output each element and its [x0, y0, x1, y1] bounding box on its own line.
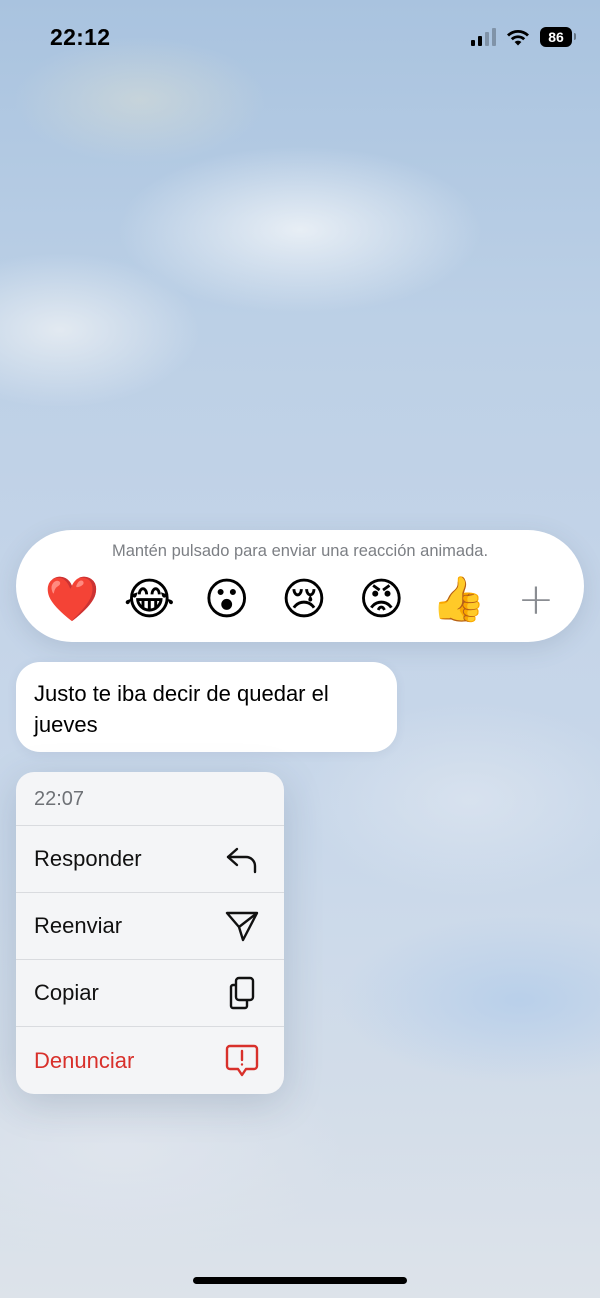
reaction-picker: Mantén pulsado para enviar una reacción … [16, 530, 584, 642]
message-bubble: Justo te iba decir de quedar el jueves [16, 662, 397, 752]
message-timestamp: 22:07 [16, 772, 284, 826]
cellular-signal-icon [471, 28, 496, 46]
battery-icon: 86 [540, 27, 576, 47]
report-icon [224, 1043, 260, 1079]
laughing-reaction-icon[interactable]: 😂 [121, 572, 177, 628]
reply-label: Responder [34, 846, 142, 871]
status-bar: 22:12 86 [0, 0, 600, 76]
forward-icon [224, 908, 260, 944]
battery-level: 86 [548, 29, 564, 45]
status-time: 22:12 [50, 24, 111, 50]
copy-label: Copiar [34, 980, 99, 1005]
report-label: Denunciar [34, 1047, 135, 1073]
copy-icon [224, 975, 260, 1011]
more-reactions-plus-icon[interactable]: + [508, 572, 564, 628]
message-context-menu: 22:07 Responder Reenviar Copiar Denuncia… [16, 772, 284, 1094]
home-indicator[interactable] [193, 1277, 407, 1284]
angry-reaction-icon[interactable]: 😡 [353, 572, 409, 628]
thumbs-up-reaction-icon[interactable]: 👍 [431, 572, 487, 628]
forward-label: Reenviar [34, 913, 123, 938]
reply-icon [224, 841, 260, 877]
report-menu-item[interactable]: Denunciar [16, 1027, 284, 1094]
status-icons: 86 [471, 27, 576, 47]
reaction-hint: Mantén pulsado para enviar una reacción … [111, 542, 489, 560]
forward-menu-item[interactable]: Reenviar [16, 893, 284, 960]
heart-reaction-icon[interactable]: ❤️ [44, 572, 100, 628]
emoji-row: ❤️ 😂 😮 😢 😡 👍 + [44, 572, 564, 628]
crying-reaction-icon[interactable]: 😢 [276, 572, 332, 628]
copy-menu-item[interactable]: Copiar [16, 960, 284, 1027]
surprised-reaction-icon[interactable]: 😮 [199, 572, 255, 628]
reply-menu-item[interactable]: Responder [16, 826, 284, 893]
wifi-icon [507, 29, 529, 46]
